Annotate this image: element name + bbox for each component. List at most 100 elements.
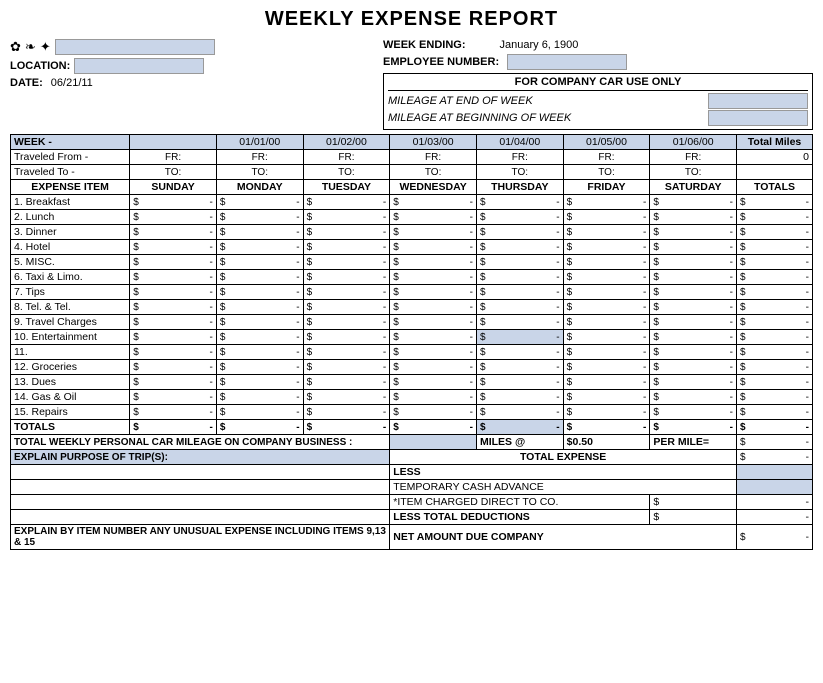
item-3-day-2: $- xyxy=(303,240,390,255)
item-9-day-1: $- xyxy=(216,330,303,345)
employee-number-label: EMPLOYEE NUMBER: xyxy=(383,56,499,68)
item-label-6: 7. Tips xyxy=(11,285,130,300)
item-7-day-6: $- xyxy=(650,300,737,315)
item-0-day-0: $- xyxy=(130,195,217,210)
employee-number-input[interactable] xyxy=(507,54,627,70)
item-4-day-6: $- xyxy=(650,255,737,270)
item-12-day-3: $- xyxy=(390,375,477,390)
item-3-day-5: $- xyxy=(563,240,650,255)
item-8-day-4: $- xyxy=(476,315,563,330)
mileage-begin-label: MILEAGE AT BEGINNING OF WEEK xyxy=(388,112,571,124)
explain-label: EXPLAIN BY ITEM NUMBER ANY UNUSUAL EXPEN… xyxy=(11,525,390,550)
item-4-day-0: $- xyxy=(130,255,217,270)
header-right: WEEK ENDING: January 6, 1900 EMPLOYEE NU… xyxy=(383,39,813,130)
item-8-day-3: $- xyxy=(390,315,477,330)
item-6-day-0: $- xyxy=(130,285,217,300)
item-14-total: $- xyxy=(737,405,813,420)
item-4-day-3: $- xyxy=(390,255,477,270)
item-10-day-4: $- xyxy=(476,345,563,360)
location-row: LOCATION: xyxy=(10,58,350,74)
item-charged-value: - xyxy=(737,495,813,510)
blank-left-3 xyxy=(11,495,390,510)
item-1-total: $- xyxy=(737,210,813,225)
to-day-2: TO: xyxy=(303,165,390,180)
name-input[interactable] xyxy=(55,39,215,55)
item-9-day-6: $- xyxy=(650,330,737,345)
totals-row: TOTALS $- $- $- $- $- $- $- $- xyxy=(11,420,813,435)
from-day-1: FR: xyxy=(216,150,303,165)
from-day-2: FR: xyxy=(303,150,390,165)
expense-row-3: 4. Hotel$-$-$-$-$-$-$-$- xyxy=(11,240,813,255)
company-car-title: FOR COMPANY CAR USE ONLY xyxy=(388,76,808,91)
item-12-day-1: $- xyxy=(216,375,303,390)
to-day-0: TO: xyxy=(130,165,217,180)
icon-3: ✦ xyxy=(40,39,51,55)
purpose-total-expense-label: TOTAL EXPENSE xyxy=(390,450,737,465)
totals-sun: $- xyxy=(130,420,217,435)
mileage-input-cell[interactable] xyxy=(390,435,477,450)
column-header-row: EXPENSE ITEM SUNDAY MONDAY TUESDAY WEDNE… xyxy=(11,180,813,195)
employee-number-row: EMPLOYEE NUMBER: xyxy=(383,54,813,70)
to-totals-empty xyxy=(737,165,813,180)
mileage-begin-row: MILEAGE AT BEGINNING OF WEEK xyxy=(388,110,808,126)
item-1-day-6: $- xyxy=(650,210,737,225)
mileage-begin-input[interactable] xyxy=(708,110,808,126)
item-7-total: $- xyxy=(737,300,813,315)
location-input[interactable] xyxy=(74,58,204,74)
less-value xyxy=(737,465,813,480)
expense-table: WEEK - 01/01/00 01/02/00 01/03/00 01/04/… xyxy=(10,134,813,550)
item-5-day-5: $- xyxy=(563,270,650,285)
item-13-day-1: $- xyxy=(216,390,303,405)
col-wednesday-header: WEDNESDAY xyxy=(390,180,477,195)
expense-row-5: 6. Taxi & Limo.$-$-$-$-$-$-$-$- xyxy=(11,270,813,285)
expense-row-11: 12. Groceries$-$-$-$-$-$-$-$- xyxy=(11,360,813,375)
item-2-total: $- xyxy=(737,225,813,240)
item-7-day-0: $- xyxy=(130,300,217,315)
per-mile-label: PER MILE= xyxy=(650,435,737,450)
week-date-4: 01/05/00 xyxy=(563,135,650,150)
item-6-total: $- xyxy=(737,285,813,300)
mileage-end-input[interactable] xyxy=(708,93,808,109)
item-1-day-5: $- xyxy=(563,210,650,225)
item-8-day-6: $- xyxy=(650,315,737,330)
item-11-total: $- xyxy=(737,360,813,375)
item-10-day-6: $- xyxy=(650,345,737,360)
to-day-6: TO: xyxy=(650,165,737,180)
to-day-5: TO: xyxy=(563,165,650,180)
less-total-label: LESS TOTAL DEDUCTIONS xyxy=(390,510,650,525)
week-date-3: 01/04/00 xyxy=(476,135,563,150)
mileage-label: TOTAL WEEKLY PERSONAL CAR MILEAGE ON COM… xyxy=(11,435,390,450)
item-13-day-5: $- xyxy=(563,390,650,405)
item-label-14: 15. Repairs xyxy=(11,405,130,420)
item-10-day-0: $- xyxy=(130,345,217,360)
item-10-day-5: $- xyxy=(563,345,650,360)
from-day-0: FR: xyxy=(130,150,217,165)
from-day-5: FR: xyxy=(563,150,650,165)
totals-label: TOTALS xyxy=(11,420,130,435)
item-charged-row: *ITEM CHARGED DIRECT TO CO. $ - xyxy=(11,495,813,510)
item-8-total: $- xyxy=(737,315,813,330)
item-14-day-4: $- xyxy=(476,405,563,420)
item-4-day-2: $- xyxy=(303,255,390,270)
temp-advance-value xyxy=(737,480,813,495)
item-5-total: $- xyxy=(737,270,813,285)
blank-left-1 xyxy=(11,465,390,480)
icon-2: ❧ xyxy=(25,39,36,55)
item-1-day-0: $- xyxy=(130,210,217,225)
col-tuesday-header: TUESDAY xyxy=(303,180,390,195)
item-5-day-4: $- xyxy=(476,270,563,285)
blank-left-4 xyxy=(11,510,390,525)
item-0-day-1: $- xyxy=(216,195,303,210)
to-day-1: TO: xyxy=(216,165,303,180)
purpose-row: EXPLAIN PURPOSE OF TRIP(S): TOTAL EXPENS… xyxy=(11,450,813,465)
expense-row-8: 9. Travel Charges$-$-$-$-$-$-$-$- xyxy=(11,315,813,330)
col-friday-header: FRIDAY xyxy=(563,180,650,195)
item-6-day-4: $- xyxy=(476,285,563,300)
item-2-day-4: $- xyxy=(476,225,563,240)
item-label-3: 4. Hotel xyxy=(11,240,130,255)
item-7-day-1: $- xyxy=(216,300,303,315)
item-0-day-6: $- xyxy=(650,195,737,210)
item-12-day-6: $- xyxy=(650,375,737,390)
item-5-day-6: $- xyxy=(650,270,737,285)
item-9-day-0: $- xyxy=(130,330,217,345)
